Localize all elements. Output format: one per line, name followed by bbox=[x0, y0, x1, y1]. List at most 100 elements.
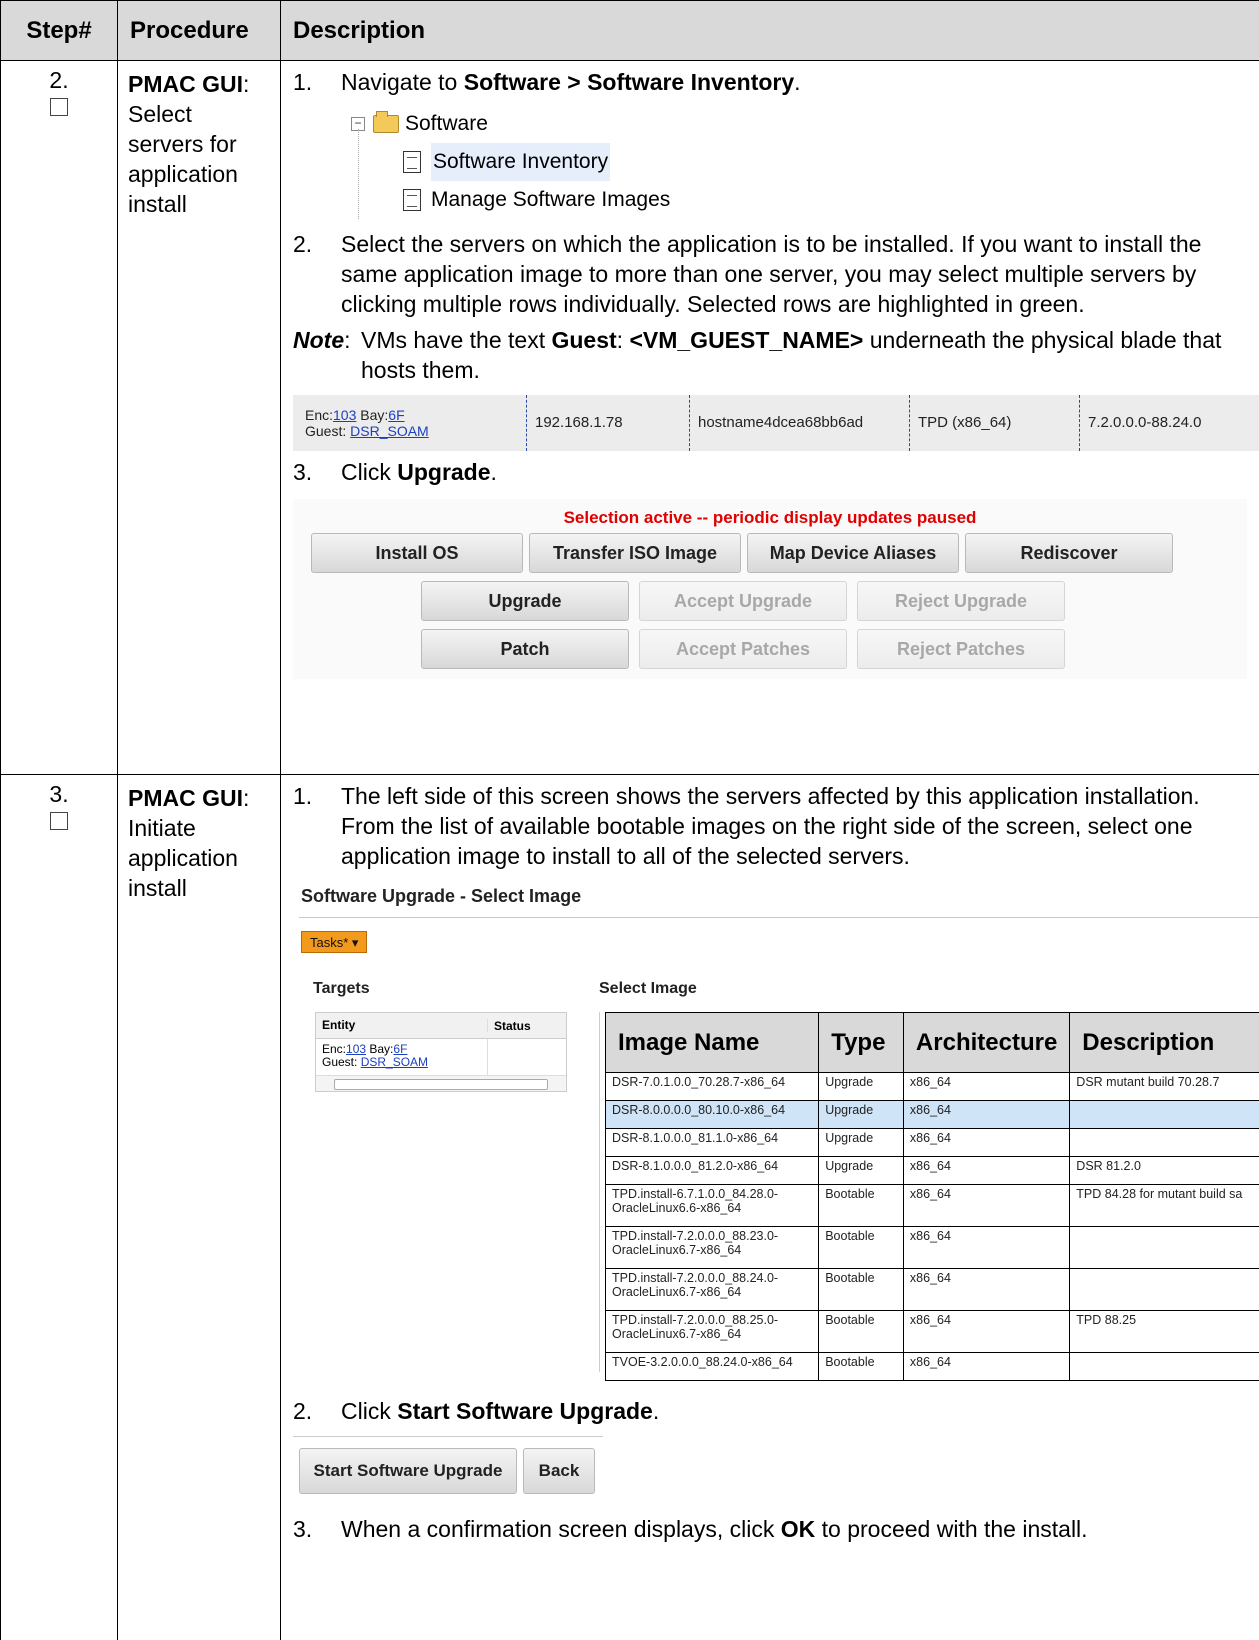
image-cell: x86_64 bbox=[902, 1352, 1071, 1381]
tree-label: Manage Software Images bbox=[431, 188, 671, 211]
item-number: 1. bbox=[293, 69, 313, 95]
chevron-down-icon: ▾ bbox=[351, 935, 359, 950]
install-os-button[interactable]: Install OS bbox=[311, 533, 523, 573]
image-cell: TVOE-3.2.0.0.0_88.24.0-x86_64 bbox=[604, 1352, 820, 1381]
image-row[interactable]: DSR-8.1.0.0.0_81.1.0-x86_64 Upgrade x86_64 bbox=[604, 1128, 1259, 1157]
image-cell: DSR-8.1.0.0.0_81.1.0-x86_64 bbox=[604, 1128, 820, 1157]
tree-label: Software bbox=[405, 112, 488, 135]
item-bold: Software > Software Inventory bbox=[463, 69, 795, 95]
back-button[interactable]: Back bbox=[523, 1448, 595, 1494]
patch-button[interactable]: Patch bbox=[421, 629, 629, 669]
accept-upgrade-button[interactable]: Accept Upgrade bbox=[639, 581, 847, 621]
tree-item-manage-software-images[interactable]: Manage Software Images bbox=[403, 181, 1247, 219]
instruction-item: 2. Click Start Software Upgrade. bbox=[293, 1396, 1247, 1426]
reject-patches-button[interactable]: Reject Patches bbox=[857, 629, 1065, 669]
image-cell: x86_64 bbox=[902, 1226, 1071, 1269]
step-2-procedure: PMAC GUI: Select servers for application… bbox=[117, 60, 281, 775]
server-row[interactable]: Enc:103 Bay:6F Guest: DSR_SOAM 192.168.1… bbox=[293, 395, 1259, 451]
item-text: Navigate to bbox=[341, 69, 464, 95]
image-cell: Bootable bbox=[818, 1352, 904, 1381]
tasks-menu[interactable]: Tasks* ▾ bbox=[301, 931, 368, 953]
enc-label: Enc: bbox=[322, 1042, 347, 1056]
column-header[interactable]: Image Name bbox=[604, 1012, 820, 1073]
image-cell: DSR-7.0.1.0.0_70.28.7-x86_64 bbox=[604, 1072, 820, 1101]
image-cell: DSR 81.2.0 bbox=[1069, 1156, 1259, 1185]
image-cell: DSR mutant build 70.28.7 bbox=[1069, 1072, 1259, 1101]
procedure-title: PMAC GUI bbox=[128, 785, 243, 811]
image-cell: x86_64 bbox=[902, 1128, 1071, 1157]
note-text: VMs have the text bbox=[361, 327, 552, 353]
column-header[interactable]: Type bbox=[818, 1012, 904, 1073]
image-row[interactable]: DSR-8.0.0.0.0_80.10.0-x86_64 Upgrade x86_6… bbox=[604, 1100, 1259, 1129]
target-row[interactable]: Enc:103 Bay:6F Guest: DSR_SOAM bbox=[316, 1039, 566, 1075]
page-icon bbox=[403, 151, 421, 173]
procedure-table: Step# Procedure Description 2. PMAC GUI:… bbox=[0, 0, 1259, 1640]
transfer-iso-button[interactable]: Transfer ISO Image bbox=[529, 533, 741, 573]
item-text: The left side of this screen shows the s… bbox=[341, 783, 1200, 869]
instruction-item: 1. Navigate to Software > Software Inven… bbox=[293, 67, 1247, 97]
image-row[interactable]: TPD.install-7.2.0.0.0_88.25.0-OracleLinu… bbox=[604, 1310, 1259, 1353]
bay-link[interactable]: 6F bbox=[388, 407, 404, 423]
status-cell bbox=[488, 1039, 566, 1075]
enc-label: Enc: bbox=[305, 407, 334, 423]
item-number: 3. bbox=[293, 1516, 313, 1542]
reject-upgrade-button[interactable]: Reject Upgrade bbox=[857, 581, 1065, 621]
horizontal-scrollbar[interactable] bbox=[316, 1075, 566, 1091]
start-software-upgrade-button[interactable]: Start Software Upgrade bbox=[299, 1448, 517, 1494]
targets-table: Entity Status Enc:103 Bay:6F Guest: DSR_… bbox=[315, 1012, 567, 1092]
image-cell: Upgrade bbox=[818, 1072, 904, 1101]
image-cell: Upgrade bbox=[818, 1100, 904, 1129]
image-cell: x86_64 bbox=[902, 1184, 1071, 1227]
step-checkbox[interactable] bbox=[50, 98, 68, 116]
targets-header: Targets bbox=[313, 980, 370, 997]
accept-patches-button[interactable]: Accept Patches bbox=[639, 629, 847, 669]
map-device-aliases-button[interactable]: Map Device Aliases bbox=[747, 533, 959, 573]
image-cell bbox=[1069, 1352, 1259, 1381]
note-text: : bbox=[616, 327, 630, 353]
image-row[interactable]: DSR-8.1.0.0.0_81.2.0-x86_64 Upgrade x86_64… bbox=[604, 1156, 1259, 1185]
image-cell: x86_64 bbox=[902, 1268, 1071, 1311]
bay-link[interactable]: 6F bbox=[393, 1042, 407, 1056]
column-header[interactable]: Description bbox=[1069, 1012, 1259, 1073]
image-cell: x86_64 bbox=[902, 1310, 1071, 1353]
button-panel: Selection active -- periodic display upd… bbox=[293, 499, 1247, 679]
image-cell: Bootable bbox=[818, 1268, 904, 1311]
image-cell: Bootable bbox=[818, 1226, 904, 1269]
guest-link[interactable]: DSR_SOAM bbox=[350, 423, 429, 439]
image-row[interactable]: TVOE-3.2.0.0.0_88.24.0-x86_64 Bootable x86… bbox=[604, 1352, 1259, 1381]
header-description: Description bbox=[280, 0, 1259, 61]
note-colon: : bbox=[344, 327, 351, 353]
image-cell: x86_64 bbox=[902, 1156, 1071, 1185]
image-cell: TPD.install-7.2.0.0.0_88.24.0-OracleLinu… bbox=[604, 1268, 820, 1311]
enc-link[interactable]: 103 bbox=[346, 1042, 366, 1056]
enc-link[interactable]: 103 bbox=[333, 407, 356, 423]
image-row[interactable]: DSR-7.0.1.0.0_70.28.7-x86_64 Upgrade x86_6… bbox=[604, 1072, 1259, 1101]
image-cell bbox=[1069, 1226, 1259, 1269]
image-cell: TPD.install-6.7.1.0.0_84.28.0-OracleLinu… bbox=[604, 1184, 820, 1227]
entity-cell: Enc:103 Bay:6F Guest: DSR_SOAM bbox=[297, 395, 527, 451]
upgrade-button[interactable]: Upgrade bbox=[421, 581, 629, 621]
image-cell: Bootable bbox=[818, 1310, 904, 1353]
column-header[interactable]: Architecture bbox=[902, 1012, 1071, 1073]
bay-label: Bay: bbox=[366, 1042, 394, 1056]
image-cell: Bootable bbox=[818, 1184, 904, 1227]
image-cell: DSR-8.0.0.0.0_80.10.0-x86_64 bbox=[604, 1100, 820, 1129]
note-label: Note bbox=[293, 327, 345, 353]
instruction-item: 3. When a confirmation screen displays, … bbox=[293, 1514, 1247, 1544]
tree-item-software[interactable]: − Software bbox=[351, 105, 1247, 143]
image-row[interactable]: TPD.install-6.7.1.0.0_84.28.0-OracleLinu… bbox=[604, 1184, 1259, 1227]
image-cell: DSR-8.1.0.0.0_81.2.0-x86_64 bbox=[604, 1156, 820, 1185]
guest-link[interactable]: DSR_SOAM bbox=[361, 1055, 428, 1069]
image-row[interactable]: TPD.install-7.2.0.0.0_88.24.0-OracleLinu… bbox=[604, 1268, 1259, 1311]
page-icon bbox=[403, 189, 421, 211]
image-row[interactable]: TPD.install-7.2.0.0.0_88.23.0-OracleLinu… bbox=[604, 1226, 1259, 1269]
version-cell: 7.2.0.0.0-88.24.0 bbox=[1079, 395, 1259, 451]
item-number: 2. bbox=[293, 231, 313, 257]
folder-icon bbox=[373, 111, 399, 133]
tree-item-software-inventory[interactable]: Software Inventory bbox=[403, 143, 1247, 181]
rediscover-button[interactable]: Rediscover bbox=[965, 533, 1173, 573]
column-header: Entity bbox=[316, 1019, 488, 1032]
select-image-header: Select Image bbox=[599, 980, 697, 997]
step-checkbox[interactable] bbox=[50, 812, 68, 830]
note: Note: VMs have the text Guest: <VM_GUEST… bbox=[293, 325, 1247, 385]
